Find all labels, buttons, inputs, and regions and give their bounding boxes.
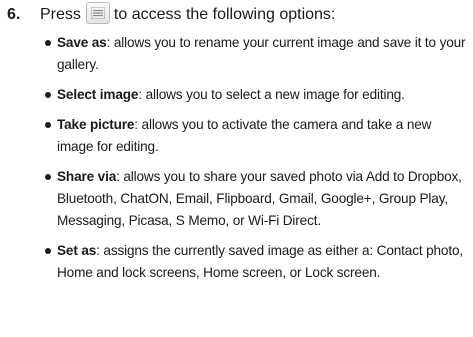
option-description: : allows you to share your saved photo v… <box>57 169 462 228</box>
step-number: 6. <box>7 6 21 23</box>
option-take-picture: Take picture: allows you to activate the… <box>44 114 469 158</box>
step-text-before-icon: Press <box>40 6 81 23</box>
option-term: Select image <box>57 87 139 102</box>
option-select-image: Select image: allows you to select a new… <box>44 84 469 106</box>
option-term: Save as <box>57 35 107 50</box>
option-description: : allows you to select a new image for e… <box>138 87 405 102</box>
step-instruction: Press to access the following options: <box>40 1 336 26</box>
option-term: Share via <box>57 169 117 184</box>
menu-key-icon <box>85 1 110 24</box>
step-text-after-icon: to access the following options: <box>113 6 336 23</box>
option-term: Set as <box>57 243 97 258</box>
option-share-via: Share via: allows you to share your save… <box>44 166 469 232</box>
option-save-as: Save as: allows you to rename your curre… <box>44 32 469 76</box>
option-set-as: Set as: assigns the currently saved imag… <box>44 240 469 284</box>
option-description: : assigns the currently saved image as e… <box>57 243 464 280</box>
option-term: Take picture <box>57 117 135 132</box>
option-description: : allows you to rename your current imag… <box>57 35 466 72</box>
instruction-step: 6. Press to access the following options… <box>0 0 473 337</box>
options-list: Save as: allows you to rename your curre… <box>44 32 469 292</box>
